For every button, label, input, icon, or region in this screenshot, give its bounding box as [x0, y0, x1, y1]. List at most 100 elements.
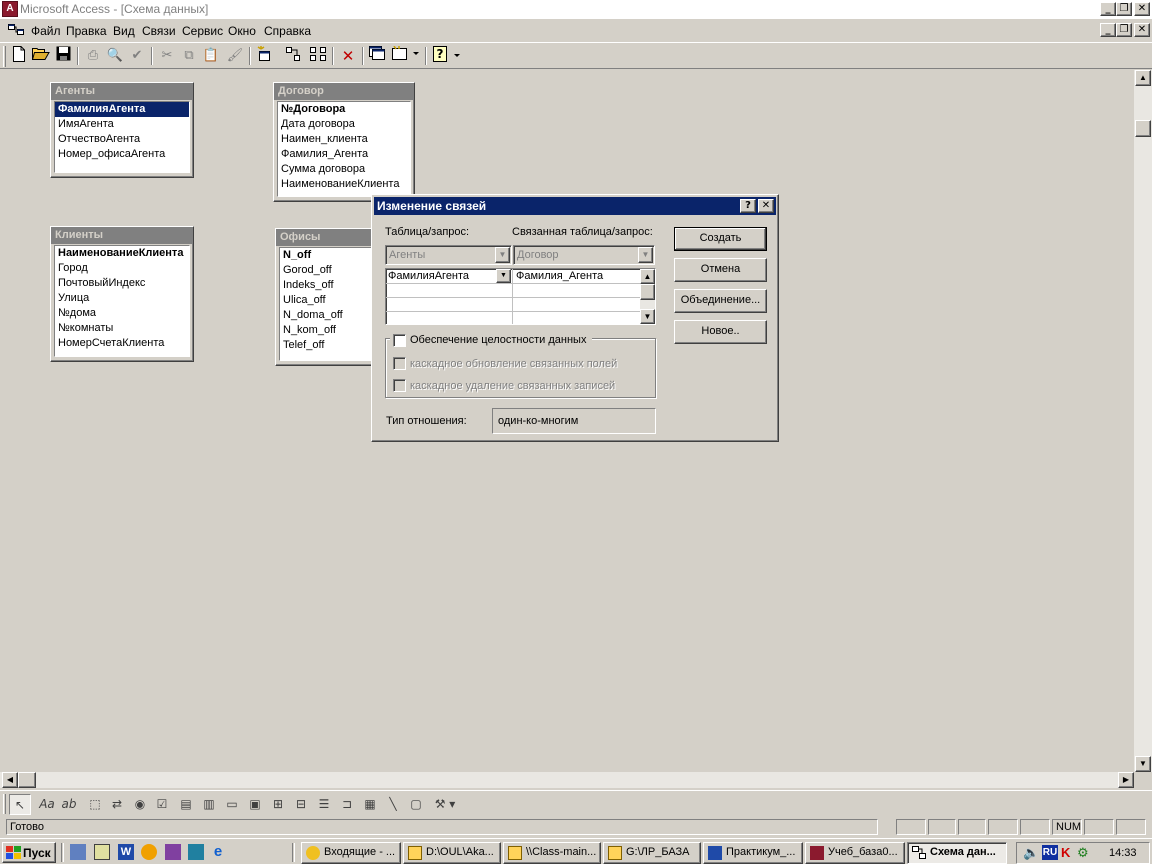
table-agents-fields[interactable]: ФамилияАгента ИмяАгента ОтчествоАгента Н…	[54, 101, 190, 173]
table-clients[interactable]: Клиенты НаименованиеКлиента Город Почтов…	[50, 226, 194, 362]
relationships-window-icon[interactable]	[8, 23, 24, 40]
new-relationship-button[interactable]: Новое..	[674, 320, 767, 344]
table-agents[interactable]: Агенты ФамилияАгента ИмяАгента ОтчествоА…	[50, 82, 194, 178]
clock[interactable]: 14:33	[1109, 847, 1137, 859]
scroll-up-icon[interactable]: ▲	[640, 269, 655, 284]
dialog-help-button[interactable]: ?	[740, 199, 756, 213]
dialog-title-bar[interactable]: Изменение связей	[374, 197, 776, 215]
print-icon[interactable]: ⎙	[82, 46, 104, 67]
help-icon[interactable]: ?	[430, 46, 464, 67]
grid-right-field[interactable]: Фамилия_Агента	[516, 270, 603, 282]
cancel-button[interactable]: Отмена	[674, 258, 767, 282]
grid-left-field[interactable]: ФамилияАгента	[388, 270, 469, 282]
related-table-select[interactable]: Договор ▼	[513, 245, 655, 265]
toolbar-grip[interactable]	[3, 46, 6, 67]
option-group-icon[interactable]: ⬚	[84, 794, 106, 815]
menu-tools[interactable]: Сервис	[182, 24, 223, 38]
scroll-up-icon[interactable]: ▲	[1135, 70, 1151, 86]
field-item[interactable]: ОтчествоАгента	[55, 132, 189, 147]
combo-box-icon[interactable]: ▤	[175, 794, 197, 815]
vertical-scrollbar[interactable]: ▲ ▼	[1134, 70, 1152, 772]
close-button[interactable]: ✕	[1134, 2, 1150, 16]
table-agents-title[interactable]: Агенты	[51, 83, 193, 100]
dialog-close-button[interactable]: ✕	[758, 199, 774, 213]
grid-scroll-thumb[interactable]	[640, 284, 655, 300]
mdi-close-button[interactable]: ✕	[1134, 23, 1150, 37]
tray-app-icon[interactable]: ⚙	[1077, 845, 1089, 861]
field-item[interactable]: ПочтовыйИндекс	[55, 276, 189, 291]
integrity-checkbox[interactable]	[393, 334, 406, 347]
task-button[interactable]: Практикум_...	[703, 842, 803, 864]
field-item[interactable]: НаименованиеКлиента	[278, 177, 410, 192]
scroll-down-icon[interactable]: ▼	[640, 309, 655, 324]
field-item[interactable]: НаименованиеКлиента	[55, 246, 189, 261]
restore-button[interactable]: ❐	[1116, 2, 1132, 16]
table-contract-title[interactable]: Договор	[274, 83, 414, 100]
menu-help[interactable]: Справка	[264, 24, 311, 38]
table-query-select[interactable]: Агенты ▼	[385, 245, 512, 265]
field-item[interactable]: Сумма договора	[278, 162, 410, 177]
chevron-down-icon[interactable]: ▼	[638, 247, 653, 263]
task-button-active[interactable]: Схема дан...	[907, 842, 1007, 864]
integrity-label[interactable]: Обеспечение целостности данных	[410, 334, 586, 346]
subform-icon[interactable]: ▦	[359, 794, 381, 815]
tab-control-icon[interactable]: ⊐	[336, 794, 358, 815]
minimize-button[interactable]: _	[1100, 2, 1116, 16]
create-button[interactable]: Создать	[674, 227, 767, 251]
field-item[interactable]: Наимен_клиента	[278, 132, 410, 147]
horizontal-scrollbar[interactable]: ◀ ▶	[0, 772, 1134, 788]
scroll-left-icon[interactable]: ◀	[2, 772, 18, 788]
horizontal-scroll-thumb[interactable]	[18, 772, 36, 788]
delete-icon[interactable]: ✕	[337, 46, 359, 67]
vertical-scroll-thumb[interactable]	[1135, 120, 1151, 137]
menu-file[interactable]: Файл	[31, 24, 61, 38]
label-tool-icon[interactable]: Aa	[36, 794, 58, 815]
show-desktop-icon[interactable]	[70, 844, 86, 860]
field-item[interactable]: Номер_офисаАгента	[55, 147, 189, 162]
menu-view[interactable]: Вид	[113, 24, 135, 38]
start-button[interactable]: Пуск	[2, 842, 56, 863]
print-preview-icon[interactable]: 🔍	[104, 46, 126, 67]
task-button[interactable]: D:\OUL\Aka...	[403, 842, 501, 864]
grid-scrollbar[interactable]: ▲ ▼	[640, 269, 655, 324]
mdi-restore-button[interactable]: ❐	[1116, 23, 1132, 37]
field-item[interactable]: Город	[55, 261, 189, 276]
toggle-button-icon[interactable]: ⇄	[106, 794, 128, 815]
list-box-icon[interactable]: ▥	[198, 794, 220, 815]
app-icon[interactable]	[188, 844, 204, 860]
option-button-icon[interactable]: ◉	[129, 794, 151, 815]
access-key-icon[interactable]: A	[2, 1, 18, 17]
word-icon[interactable]: W	[118, 844, 134, 860]
chevron-down-icon[interactable]: ▼	[495, 247, 510, 263]
page-break-icon[interactable]: ☰	[313, 794, 335, 815]
field-item[interactable]: ФамилияАгента	[55, 102, 189, 117]
chevron-down-icon[interactable]: ▼	[496, 269, 511, 283]
show-direct-icon[interactable]	[282, 46, 304, 67]
save-icon[interactable]	[52, 46, 74, 67]
field-item[interactable]: Фамилия_Агента	[278, 147, 410, 162]
show-table-icon[interactable]	[254, 46, 276, 67]
new-object-icon[interactable]	[390, 45, 422, 67]
select-objects-icon[interactable]: ↖	[9, 794, 31, 815]
field-item[interactable]: Дата договора	[278, 117, 410, 132]
checkbox-tool-icon[interactable]: ☑	[151, 794, 173, 815]
image-tool-icon[interactable]: ▣	[244, 794, 266, 815]
database-window-icon[interactable]	[366, 46, 388, 67]
menu-edit[interactable]: Правка	[66, 24, 107, 38]
volume-icon[interactable]: 🔈	[1023, 845, 1039, 861]
mdi-minimize-button[interactable]: _	[1100, 23, 1116, 37]
field-item[interactable]: №комнаты	[55, 321, 189, 336]
task-button[interactable]: \\Class-main...	[503, 842, 601, 864]
field-mapping-grid[interactable]: ФамилияАгента ▼ Фамилия_Агента ▲ ▼	[385, 268, 656, 325]
rectangle-tool-icon[interactable]: ▢	[405, 794, 427, 815]
antivirus-icon[interactable]: K	[1061, 845, 1070, 860]
media-player-icon[interactable]	[141, 844, 157, 860]
field-item[interactable]: Улица	[55, 291, 189, 306]
table-contract-fields[interactable]: №Договора Дата договора Наимен_клиента Ф…	[277, 101, 411, 197]
cut-icon[interactable]: ✂	[156, 46, 178, 67]
new-icon[interactable]	[8, 46, 30, 67]
table-contract[interactable]: Договор №Договора Дата договора Наимен_к…	[273, 82, 415, 202]
unbound-frame-icon[interactable]: ⊞	[267, 794, 289, 815]
app-icon[interactable]	[165, 844, 181, 860]
bound-frame-icon[interactable]: ⊟	[290, 794, 312, 815]
